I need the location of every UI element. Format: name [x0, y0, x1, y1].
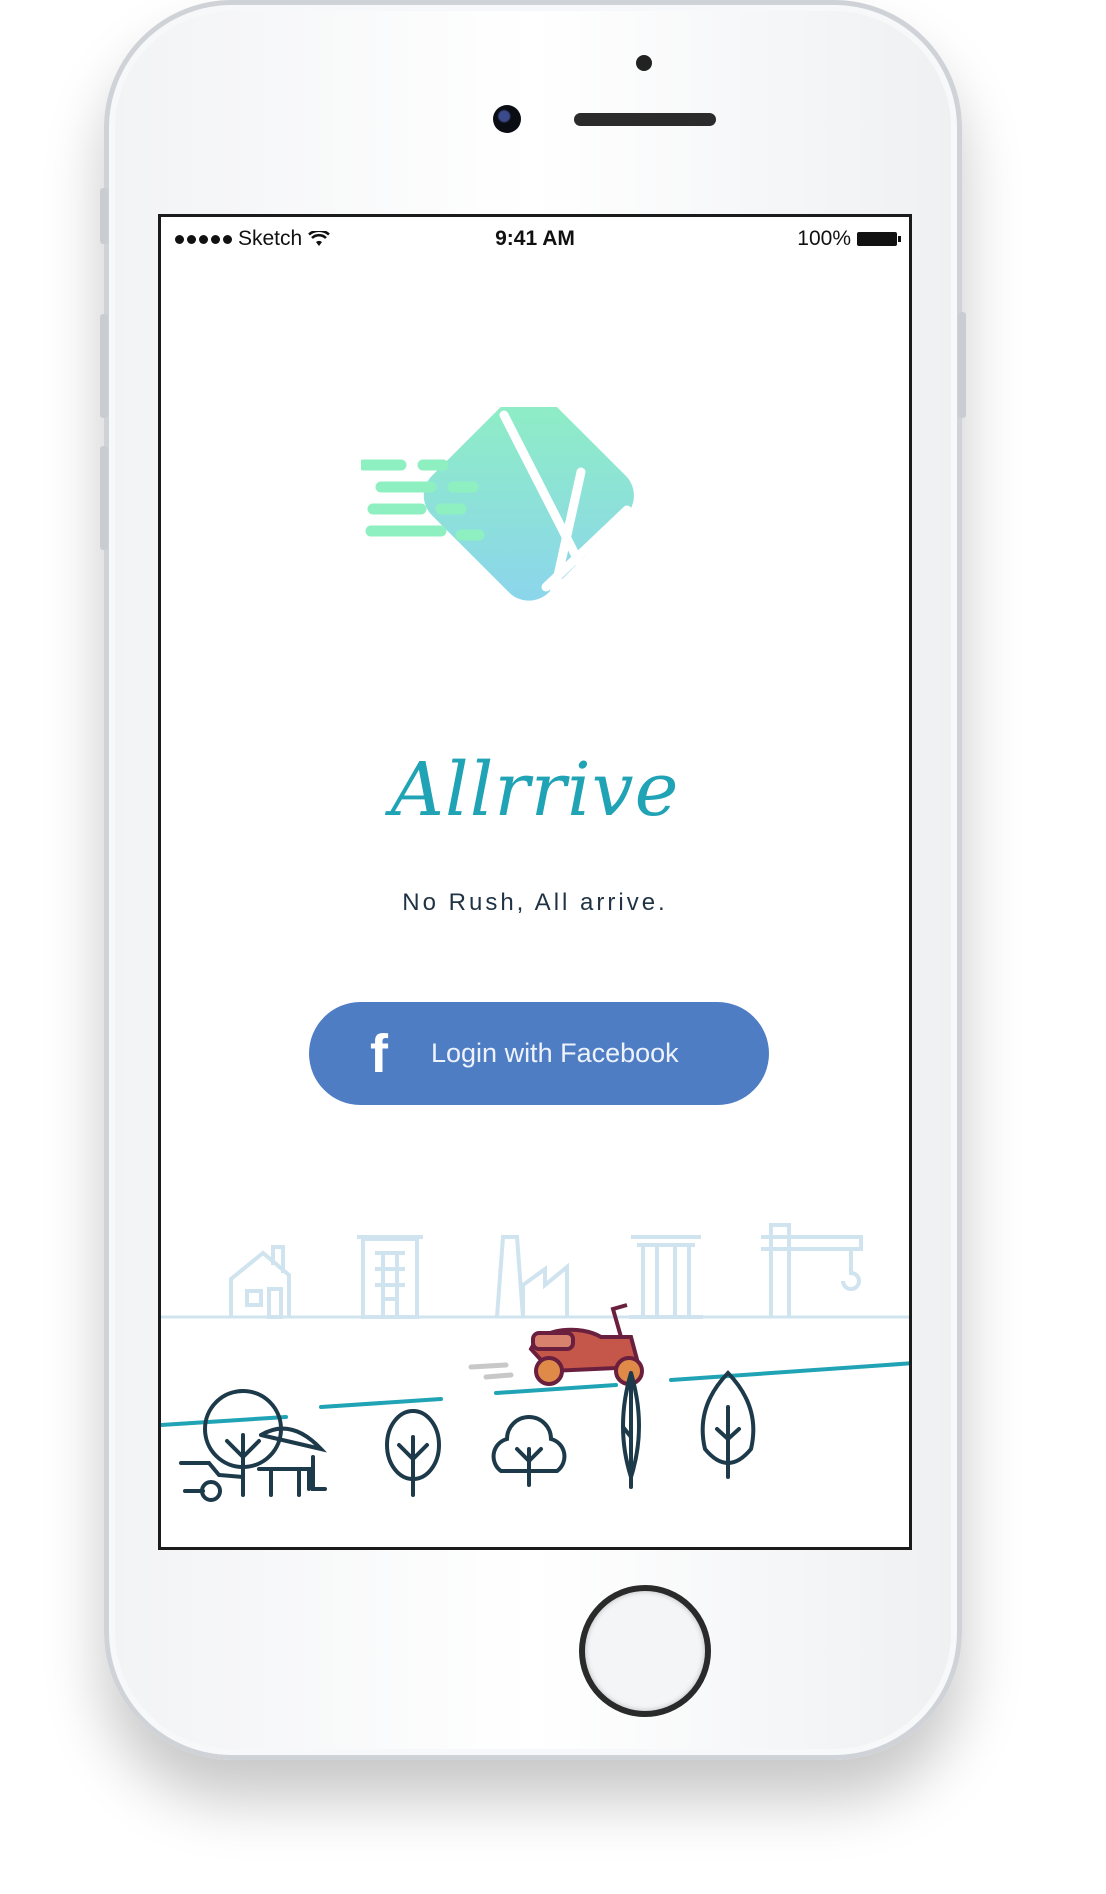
volume-up-button[interactable]	[100, 314, 108, 418]
status-battery-group: 100%	[797, 227, 901, 251]
app-tagline: No Rush, All arrive.	[402, 889, 668, 916]
login-facebook-button[interactable]: f Login with Facebook	[309, 1002, 769, 1105]
trees-and-cafe-icons	[179, 1370, 756, 1502]
battery-percent: 100%	[797, 227, 851, 250]
volume-down-button[interactable]	[100, 446, 108, 550]
power-button[interactable]	[958, 312, 966, 418]
city-skyline-icons	[229, 1223, 863, 1319]
proximity-sensor	[636, 55, 652, 71]
app-screen: Sketch 9:41 AM 100% Allrrive No Rush, Al…	[158, 214, 912, 1550]
app-name-logotype: Allrrive	[390, 747, 680, 833]
facebook-icon: f	[370, 1023, 388, 1084]
status-bar: Sketch 9:41 AM 100%	[161, 217, 909, 257]
home-button[interactable]	[579, 1585, 711, 1717]
mute-switch[interactable]	[100, 188, 108, 244]
battery-icon	[857, 232, 901, 246]
app-logo-icon	[361, 407, 634, 612]
front-camera	[493, 105, 521, 133]
city-road-illustration	[161, 1223, 909, 1502]
earpiece-speaker	[574, 113, 716, 126]
login-facebook-label: Login with Facebook	[431, 1038, 679, 1068]
